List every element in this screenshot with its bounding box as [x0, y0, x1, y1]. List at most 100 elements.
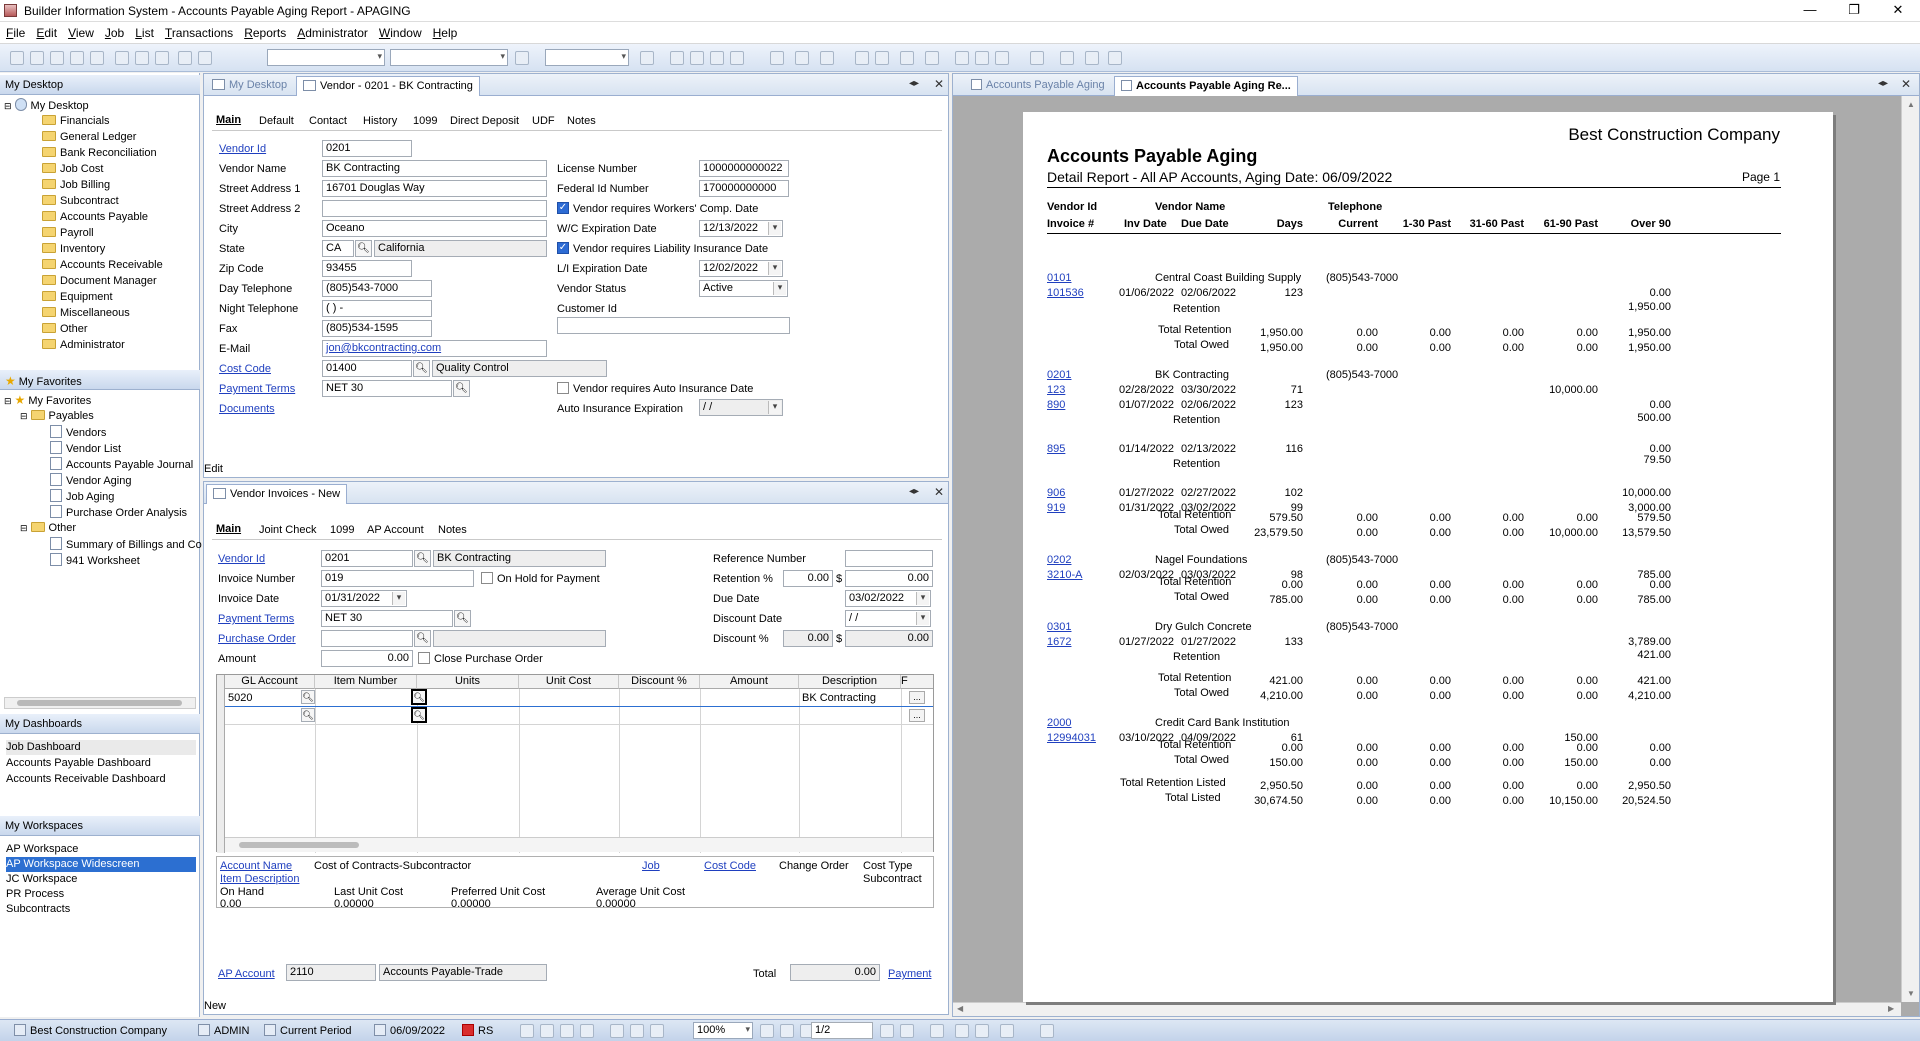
- copy-icon[interactable]: [135, 51, 149, 65]
- due-date-field[interactable]: 03/02/2022: [845, 590, 931, 607]
- menu-window[interactable]: Window: [373, 22, 427, 40]
- discount-pct-field[interactable]: 0.00: [783, 630, 833, 647]
- li-required-checkbox[interactable]: ✓: [557, 242, 569, 254]
- menu-file[interactable]: File: [0, 22, 30, 40]
- gl-search-icon[interactable]: 🔍︎: [301, 690, 315, 704]
- fav-payables[interactable]: ⊟ Payables: [20, 409, 94, 424]
- grid-hscrollbar[interactable]: [225, 837, 933, 852]
- invoice-link[interactable]: 890: [1047, 399, 1065, 411]
- invoice-link[interactable]: 1672: [1047, 636, 1071, 648]
- print-icon[interactable]: [70, 51, 84, 65]
- copy-icon[interactable]: [560, 1024, 574, 1038]
- dashboard-ar[interactable]: Accounts Receivable Dashboard: [6, 772, 166, 787]
- payment-terms-field[interactable]: NET 30: [322, 380, 452, 397]
- fav-vendors[interactable]: Vendors: [50, 425, 106, 440]
- cost-code-link[interactable]: Cost Code: [704, 860, 756, 872]
- subtab-main[interactable]: Main: [216, 523, 241, 535]
- purchase-order-label[interactable]: Purchase Order: [218, 633, 296, 645]
- tree-job-billing[interactable]: Job Billing: [42, 178, 110, 193]
- invoice-link[interactable]: 101536: [1047, 287, 1084, 299]
- invoice-link[interactable]: 906: [1047, 487, 1065, 499]
- subtab-1099[interactable]: 1099: [413, 115, 437, 127]
- invoice-link[interactable]: 895: [1047, 443, 1065, 455]
- night-tel-field[interactable]: ( ) -: [322, 300, 432, 317]
- col-f[interactable]: F: [901, 675, 933, 689]
- vendor-id-link[interactable]: 0201: [1047, 369, 1071, 381]
- auto-exp-field[interactable]: / /: [699, 399, 783, 416]
- status-period[interactable]: Current Period: [264, 1024, 352, 1037]
- tab-scroll-icon[interactable]: ◂▸: [1878, 78, 1888, 89]
- word-icon[interactable]: [955, 51, 969, 65]
- invoice-link[interactable]: 919: [1047, 502, 1065, 514]
- close-tab-icon[interactable]: ✕: [934, 485, 944, 499]
- first-page-icon[interactable]: [610, 1024, 624, 1038]
- vendor-id-label[interactable]: Vendor Id: [219, 143, 266, 155]
- tree-document-manager[interactable]: Document Manager: [42, 274, 157, 289]
- attach-icon[interactable]: [995, 51, 1009, 65]
- col-unit-cost[interactable]: Unit Cost: [519, 675, 619, 689]
- refresh-icon[interactable]: [770, 51, 784, 65]
- tree-financials[interactable]: Financials: [42, 114, 110, 129]
- export-icon[interactable]: [875, 51, 889, 65]
- tab-ap-aging-report[interactable]: Accounts Payable Aging Re...: [1114, 76, 1298, 96]
- tree-job-cost[interactable]: Job Cost: [42, 162, 103, 177]
- minimize-button[interactable]: —: [1788, 0, 1832, 22]
- save-icon[interactable]: [50, 51, 64, 65]
- prev-record-icon[interactable]: [690, 51, 704, 65]
- email-icon[interactable]: [90, 51, 104, 65]
- scrollbar-thumb[interactable]: [239, 842, 359, 848]
- grid-row[interactable]: 🔍︎ 🔍︎ ...: [225, 707, 933, 725]
- close-tab-icon[interactable]: ✕: [1901, 77, 1911, 91]
- close-button[interactable]: ✕: [1876, 0, 1920, 22]
- federal-id-field[interactable]: 170000000000: [699, 180, 789, 197]
- payment-link[interactable]: Payment: [888, 968, 931, 980]
- cost-code-search-icon[interactable]: 🔍︎: [413, 360, 430, 377]
- page-layout-icon[interactable]: [650, 1024, 664, 1038]
- vendor-id-link[interactable]: 0202: [1047, 554, 1071, 566]
- li-exp-field[interactable]: 12/02/2022: [699, 260, 783, 277]
- layout-icon[interactable]: [1060, 51, 1074, 65]
- street1-field[interactable]: 16701 Douglas Way: [322, 180, 547, 197]
- menu-reports[interactable]: Reports: [238, 22, 291, 40]
- invoice-no-field[interactable]: 019: [321, 570, 474, 587]
- discount-amt-field[interactable]: 0.00: [845, 630, 933, 647]
- subtab-ap-account[interactable]: AP Account: [367, 524, 424, 536]
- subtab-main[interactable]: Main: [216, 114, 241, 126]
- customer-id-field[interactable]: [557, 317, 790, 334]
- report-hscrollbar[interactable]: ◀ ▶: [953, 1002, 1901, 1016]
- subtab-joint-check[interactable]: Joint Check: [259, 524, 316, 536]
- amount-field[interactable]: 0.00: [321, 650, 413, 667]
- last-icon[interactable]: [900, 1024, 914, 1038]
- tree-subcontract[interactable]: Subcontract: [42, 194, 119, 209]
- page-indicator[interactable]: 1/2: [811, 1022, 873, 1039]
- workspace-ap[interactable]: AP Workspace: [6, 842, 78, 857]
- fax-field[interactable]: (805)534-1595: [322, 320, 432, 337]
- payment-terms-search-icon[interactable]: 🔍︎: [453, 380, 470, 397]
- tree-equipment[interactable]: Equipment: [42, 290, 113, 305]
- tree-my-desktop[interactable]: ⊟ My Desktop: [4, 98, 89, 113]
- tree-inventory[interactable]: Inventory: [42, 242, 105, 257]
- print-icon[interactable]: [520, 1024, 534, 1038]
- cut-icon[interactable]: [115, 51, 129, 65]
- item-description-link[interactable]: Item Description: [220, 873, 299, 885]
- workspace-subcontracts[interactable]: Subcontracts: [6, 902, 70, 917]
- tree-payroll[interactable]: Payroll: [42, 226, 94, 241]
- description-cell[interactable]: BK Contracting: [802, 692, 876, 704]
- fav-vendor-list[interactable]: Vendor List: [50, 441, 121, 456]
- close-tab-icon[interactable]: ✕: [934, 77, 944, 91]
- item-search-icon[interactable]: 🔍︎: [411, 707, 427, 723]
- fav-941-worksheet[interactable]: 941 Worksheet: [50, 553, 140, 568]
- new-icon[interactable]: [10, 51, 24, 65]
- menu-transactions[interactable]: Transactions: [159, 22, 238, 40]
- find-icon[interactable]: [580, 1024, 594, 1038]
- tab-my-desktop[interactable]: My Desktop: [206, 76, 293, 96]
- menu-view[interactable]: View: [62, 22, 99, 40]
- subtab-direct-deposit[interactable]: Direct Deposit: [450, 115, 519, 127]
- col-discount[interactable]: Discount %: [619, 675, 700, 689]
- state-field[interactable]: CA: [322, 240, 354, 257]
- wc-required-checkbox[interactable]: ✓: [557, 202, 569, 214]
- subtab-contact[interactable]: Contact: [309, 115, 347, 127]
- calculator-icon[interactable]: [1030, 51, 1044, 65]
- columns-icon[interactable]: [1085, 51, 1099, 65]
- prev-page-icon[interactable]: [630, 1024, 644, 1038]
